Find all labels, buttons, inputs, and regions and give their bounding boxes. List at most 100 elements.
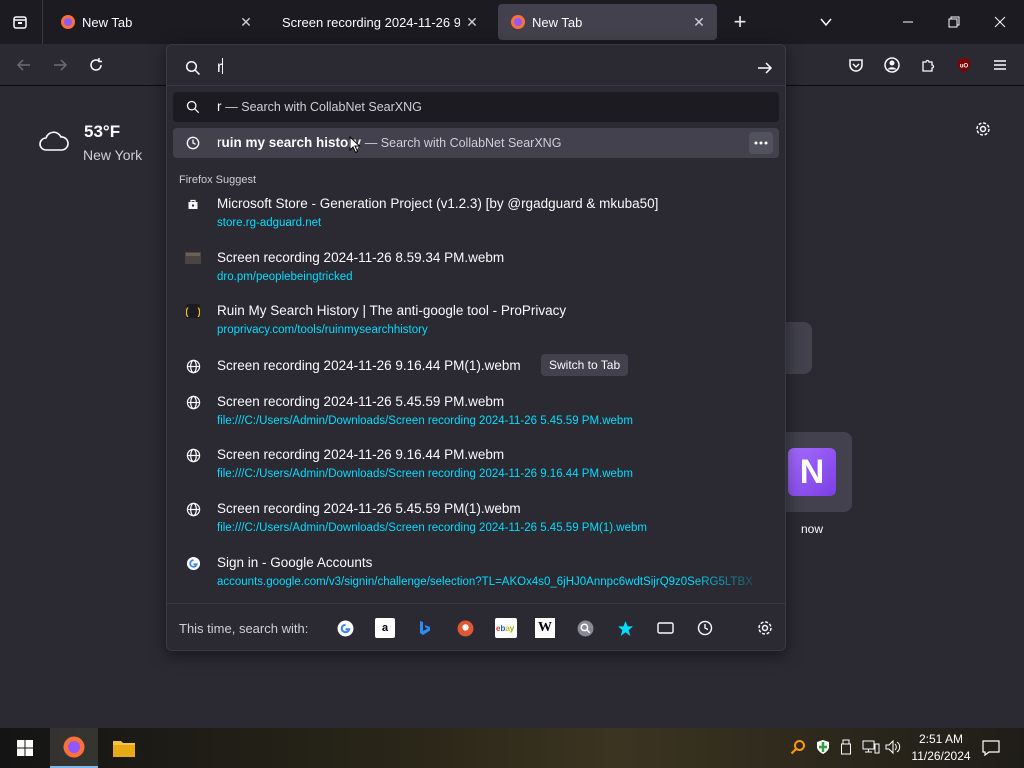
result-url: store.rg-adguard.net (217, 217, 322, 229)
result-row[interactable]: Screen recording 2024-11-26 5.45.59 PM(1… (173, 495, 779, 541)
gear-icon (976, 122, 990, 136)
tab-screen-recording[interactable]: Screen recording 2024-11-26 9.16.44 ✕ (272, 4, 490, 40)
volume-tray-icon[interactable] (885, 739, 903, 760)
reload-button[interactable] (83, 52, 109, 78)
bing-icon (420, 620, 430, 635)
taskbar-firefox[interactable] (50, 728, 98, 768)
clock-time: 2:51 AM (918, 732, 964, 746)
shortcut-logo-icon: N (788, 448, 836, 496)
history-button[interactable] (695, 618, 715, 638)
close-tab-icon[interactable]: ✕ (691, 14, 707, 30)
tabs-button[interactable] (655, 618, 675, 638)
duckduckgo-icon (457, 620, 473, 636)
result-row-switch-tab[interactable]: Screen recording 2024-11-26 9.16.44 PM(1… (173, 352, 779, 380)
one-off-search-bar: This time, search with: a ebay W (167, 603, 785, 651)
shortcut-tile[interactable]: N (776, 432, 852, 512)
ublock-origin-button[interactable]: uO (951, 52, 977, 78)
history-text: ruin my search history — Search with Col… (217, 135, 561, 150)
result-title: Screen recording 2024-11-26 5.45.59 PM.w… (217, 394, 505, 409)
close-window-button[interactable] (986, 8, 1014, 36)
video-thumbnail-icon (185, 250, 201, 266)
bing-engine-button[interactable] (415, 618, 435, 638)
search-settings-button[interactable] (755, 618, 775, 638)
notification-icon (982, 740, 1000, 757)
search-icon (185, 60, 201, 81)
amazon-engine-button[interactable]: a (375, 618, 395, 638)
search-suggestion-row[interactable]: r — Search with CollabNet SearXNG (173, 92, 779, 122)
reload-icon (90, 58, 102, 71)
result-menu-button[interactable] (749, 132, 773, 154)
proprivacy-icon: ( ) (185, 303, 201, 319)
taskbar-clock[interactable]: 2:51 AM 11/26/2024 (908, 731, 974, 765)
result-row[interactable]: Microsoft Store - Generation Project (v1… (173, 190, 779, 236)
shortcut-label: now (801, 522, 824, 536)
go-button[interactable] (757, 60, 773, 81)
account-button[interactable] (879, 52, 905, 78)
result-title: Screen recording 2024-11-26 5.45.59 PM(1… (217, 501, 521, 516)
result-title: Microsoft Store - Generation Project (v1… (217, 196, 659, 211)
suggestion-query: r (217, 99, 222, 114)
list-all-tabs-button[interactable] (812, 8, 840, 36)
tab-new-tab-1[interactable]: New Tab ✕ (48, 4, 264, 40)
result-url: file:///C:/Users/Admin/Downloads/Screen … (217, 468, 633, 480)
new-tab-button[interactable]: + (726, 8, 754, 36)
weather-widget[interactable] (38, 130, 70, 159)
result-row[interactable]: Screen recording 2024-11-26 9.16.44 PM.w… (173, 441, 779, 487)
wikipedia-engine-button[interactable]: W (535, 618, 555, 638)
extensions-button[interactable] (915, 52, 941, 78)
cloud-icon (39, 131, 69, 151)
more-icon (754, 141, 768, 145)
app-menu-button[interactable] (987, 52, 1013, 78)
google-engine-button[interactable] (335, 618, 355, 638)
minimize-button[interactable] (894, 8, 922, 36)
taskbar-file-explorer[interactable] (100, 728, 148, 768)
result-title: Sign in - Google Accounts (217, 555, 373, 570)
result-url: file:///C:/Users/Admin/Downloads/Screen … (217, 522, 647, 534)
duckduckgo-engine-button[interactable] (455, 618, 475, 638)
ebay-engine-button[interactable]: ebay (495, 618, 517, 638)
tab-new-tab-2[interactable]: New Tab ✕ (498, 4, 717, 40)
one-off-label: This time, search with: (179, 621, 309, 636)
ublock-icon: uO (958, 58, 970, 72)
windows-taskbar: 2:51 AM 11/26/2024 (0, 728, 1024, 768)
network-tray-icon[interactable] (862, 739, 880, 760)
close-tab-icon[interactable]: ✕ (464, 14, 480, 30)
tab-strip: New Tab ✕ Screen recording 2024-11-26 9.… (0, 0, 1024, 44)
tab-divider (42, 0, 43, 44)
forward-button[interactable] (47, 52, 73, 78)
usb-tray-icon[interactable] (840, 739, 852, 760)
weather-city: New York (83, 147, 143, 163)
history-search-row[interactable]: ruin my search history — Search with Col… (173, 128, 779, 158)
puzzle-icon (922, 59, 935, 72)
result-row[interactable]: ( ) Ruin My Search History | The anti-go… (173, 297, 779, 343)
history-completion: uin my search histo (221, 135, 349, 150)
switch-to-tab-button[interactable]: Switch to Tab (541, 354, 629, 376)
searxng-engine-button[interactable] (575, 618, 595, 638)
personalize-button[interactable] (970, 116, 996, 142)
search-tray-icon[interactable] (790, 739, 806, 760)
history-suffix: — Search with CollabNet SearXNG (364, 136, 562, 150)
close-tab-icon[interactable]: ✕ (238, 14, 254, 30)
result-row[interactable]: Screen recording 2024-11-26 5.45.59 PM.w… (173, 388, 779, 434)
restore-button[interactable] (940, 8, 968, 36)
google-icon (185, 555, 201, 571)
bookmarks-button[interactable] (615, 618, 635, 638)
urlbar-input[interactable]: r (217, 58, 224, 77)
bag-icon (185, 196, 201, 212)
result-row[interactable]: Screen recording 2024-11-26 8.59.34 PM.w… (173, 244, 779, 290)
clock-date: 11/26/2024 (911, 749, 971, 763)
defender-tray-icon[interactable] (815, 739, 831, 760)
notification-center-button[interactable] (982, 739, 1000, 762)
firefox-view-button[interactable] (8, 10, 32, 34)
restore-icon (948, 16, 960, 28)
result-row[interactable]: Sign in - Google Accounts accounts.googl… (173, 549, 779, 595)
text-cursor (222, 58, 224, 74)
tab-icon (656, 622, 674, 634)
back-button[interactable] (11, 52, 37, 78)
globe-icon (185, 447, 201, 463)
history-clock-icon (697, 620, 713, 636)
google-icon (337, 620, 353, 636)
tab-title: New Tab (532, 14, 583, 30)
pocket-button[interactable] (843, 52, 869, 78)
start-button[interactable] (8, 728, 42, 768)
